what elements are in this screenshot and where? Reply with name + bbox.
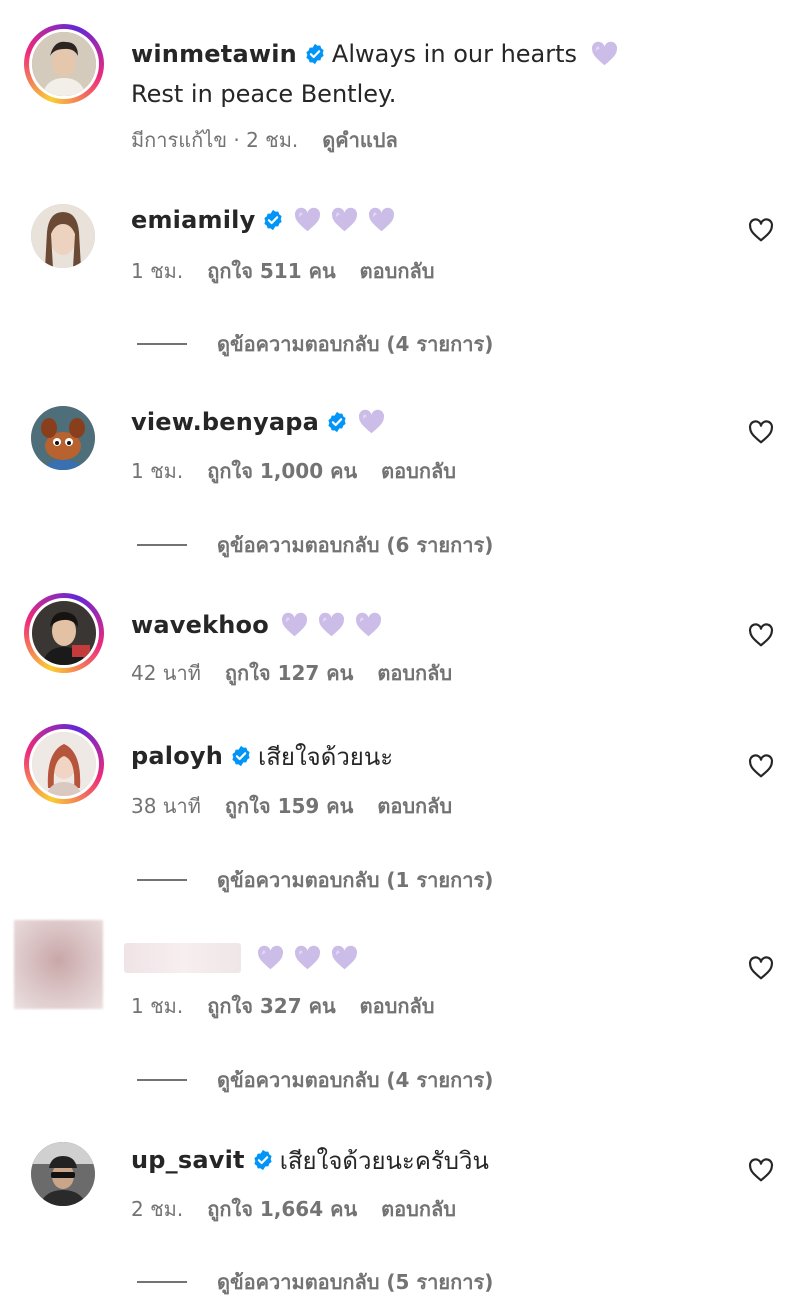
see-translation-link[interactable]: ดูคำแปล [322,124,397,156]
purple-heart-emoji-icon [591,41,618,67]
purple-heart-emoji-icon [358,409,385,435]
avatar-wavekhoo-image [32,601,96,665]
verified-badge-icon [252,1149,274,1171]
heart-outline-icon[interactable] [748,218,774,242]
heart-outline-icon[interactable] [748,1158,774,1182]
avatar-benyapa-image [31,406,95,470]
replies-divider [137,544,187,546]
verified-badge-icon [326,411,348,433]
reply-button[interactable]: ตอบกลับ [377,790,452,822]
avatar-winmetawin-image [32,32,96,96]
post-caption-line1: Always in our hearts [331,40,578,68]
avatar-paloyh-image [32,732,96,796]
post-caption-line2: Rest in peace Bentley. [131,80,397,108]
comment-like-count[interactable]: ถูกใจ 1,664 คน [207,1193,357,1225]
purple-heart-emoji-icon [331,207,358,233]
comment-timestamp: 38 นาที [131,794,201,818]
blurred-username[interactable] [124,943,241,973]
post-username[interactable]: winmetawin [131,40,297,68]
comment-username[interactable]: emiamily [131,206,255,234]
comment-text: เสียใจด้วยนะ [258,742,394,771]
verified-badge-icon [230,745,252,767]
comment-avatar[interactable] [24,593,104,673]
purple-heart-emoji-icon [294,207,321,233]
view-replies-label: ดูข้อความตอบกลับ (1 รายการ) [217,868,494,892]
purple-heart-emoji-icon [281,612,308,638]
comment-username[interactable]: wavekhoo [131,611,269,639]
heart-emojis [358,409,385,435]
view-replies-button[interactable]: ดูข้อความตอบกลับ (1 รายการ) [137,864,493,896]
comment-timestamp: 1 ชม. [131,459,184,483]
heart-outline-icon[interactable] [748,754,774,778]
heart-emojis [294,207,395,233]
reply-button[interactable]: ตอบกลับ [381,455,456,487]
heart-outline-icon[interactable] [748,956,774,980]
comment-avatar[interactable] [27,200,99,272]
purple-heart-emoji-icon [318,612,345,638]
replies-divider [137,1079,187,1081]
view-replies-label: ดูข้อความตอบกลับ (6 รายการ) [217,533,494,557]
comment-timestamp: 1 ชม. [131,259,184,283]
purple-heart-emoji-icon [368,207,395,233]
comment-timestamp: 1 ชม. [131,994,184,1018]
verified-badge-icon [304,43,326,65]
avatar-emiamily-image [31,204,95,268]
view-replies-label: ดูข้อความตอบกลับ (4 รายการ) [217,332,494,356]
reply-button[interactable]: ตอบกลับ [377,657,452,689]
view-replies-button[interactable]: ดูข้อความตอบกลับ (4 รายการ) [137,328,493,360]
replies-divider [137,343,187,345]
reply-button[interactable]: ตอบกลับ [381,1193,456,1225]
comment-like-count[interactable]: ถูกใจ 511 คน [207,255,335,287]
reply-button[interactable]: ตอบกลับ [360,990,435,1022]
comment-like-count[interactable]: ถูกใจ 1,000 คน [207,455,357,487]
view-replies-button[interactable]: ดูข้อความตอบกลับ (5 รายการ) [137,1266,493,1298]
comment-timestamp: 42 นาที [131,661,201,685]
heart-outline-icon[interactable] [748,420,774,444]
replies-divider [137,879,187,881]
avatar-upsavit-image [31,1142,95,1206]
reply-button[interactable]: ตอบกลับ [360,255,435,287]
purple-heart-emoji-icon [294,945,321,971]
replies-divider [137,1281,187,1283]
comment-avatar[interactable] [27,402,99,474]
comment-avatar[interactable] [27,1138,99,1210]
comment-like-count[interactable]: ถูกใจ 127 คน [225,657,353,689]
view-replies-button[interactable]: ดูข้อความตอบกลับ (4 รายการ) [137,1064,493,1096]
verified-badge-icon [262,209,284,231]
view-replies-label: ดูข้อความตอบกลับ (4 รายการ) [217,1068,494,1092]
heart-outline-icon[interactable] [748,623,774,647]
heart-emojis [281,612,382,638]
purple-heart-emoji-icon [331,945,358,971]
purple-heart-emoji-icon [355,612,382,638]
post-caption: winmetawin Always in our hearts Rest in … [0,0,800,170]
comment-timestamp: 2 ชม. [131,1197,184,1221]
post-author-avatar[interactable] [24,24,104,104]
comment-text: เสียใจด้วยนะครับวิน [279,1146,489,1175]
comment-like-count[interactable]: ถูกใจ 327 คน [207,990,335,1022]
view-replies-button[interactable]: ดูข้อความตอบกลับ (6 รายการ) [137,529,493,561]
comment-username[interactable]: up_savit [131,1146,245,1174]
view-replies-label: ดูข้อความตอบกลับ (5 รายการ) [217,1270,494,1294]
comment-username[interactable]: paloyh [131,742,223,770]
comment-username[interactable]: view.benyapa [131,408,319,436]
edited-timestamp: มีการแก้ไข · 2 ชม. [131,128,299,152]
comment-like-count[interactable]: ถูกใจ 159 คน [225,790,353,822]
blurred-avatar[interactable] [14,920,103,1009]
purple-heart-emoji-icon [257,945,284,971]
comment-avatar[interactable] [24,724,104,804]
heart-emojis [257,945,358,971]
